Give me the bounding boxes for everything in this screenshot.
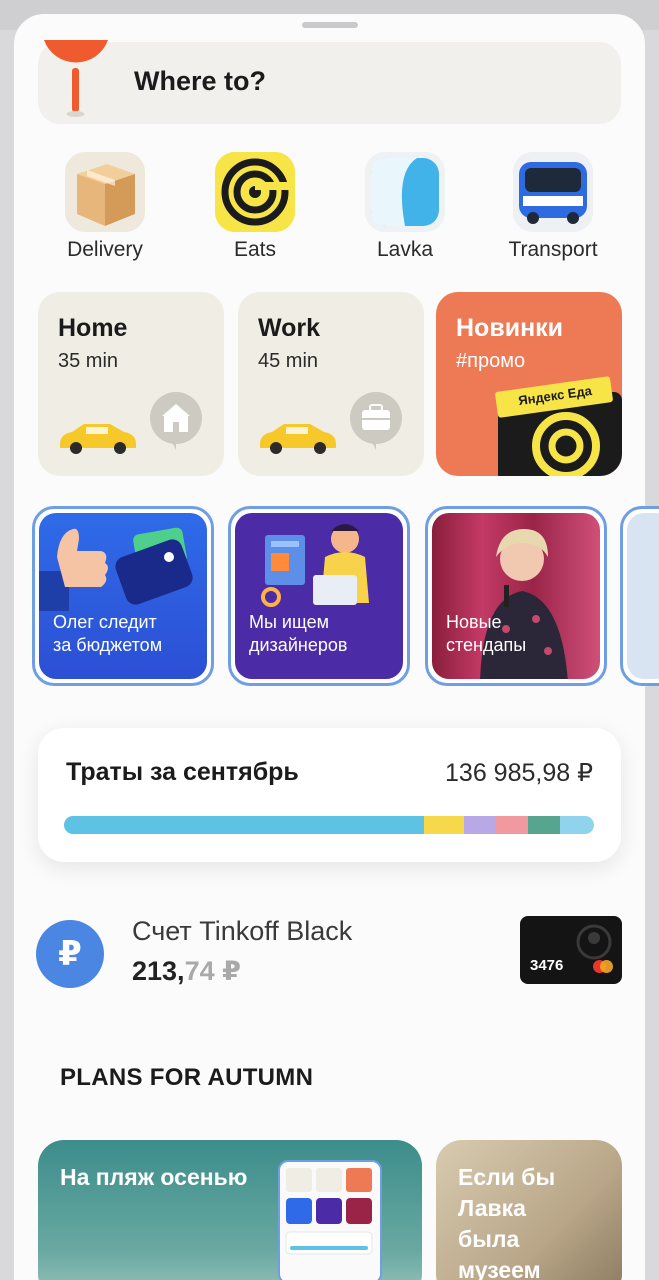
service-label: Eats xyxy=(233,238,277,261)
box-icon xyxy=(65,152,145,232)
ruble-account-icon: ₽ xyxy=(36,920,104,988)
spending-segment xyxy=(64,816,425,834)
spending-segment xyxy=(424,816,465,834)
taxi-car-icon xyxy=(260,424,336,454)
destination-time: 45 min xyxy=(258,350,319,372)
story-designers[interactable]: Мы ищем дизайнеров xyxy=(228,506,410,686)
story-caption: Олег следит за бюджетом xyxy=(53,612,163,655)
thumbs-up-wallet-icon xyxy=(39,527,193,611)
story-caption: Новые стендапы xyxy=(446,612,527,655)
destination-title: Work xyxy=(258,314,321,342)
destination-home-card[interactable]: Home 35 min xyxy=(38,292,224,476)
spending-segment xyxy=(464,816,496,834)
account-name[interactable]: Счет Tinkoff Black xyxy=(132,916,352,947)
taxi-car-icon xyxy=(60,424,136,454)
where-to-search-bar[interactable] xyxy=(38,42,621,124)
home-pin-icon xyxy=(150,392,202,450)
spending-segment xyxy=(559,816,594,834)
destination-title: Home xyxy=(58,314,128,342)
destination-work-card[interactable]: Work 45 min xyxy=(238,292,424,476)
briefcase-pin-icon xyxy=(350,392,402,450)
service-eats[interactable]: Eats xyxy=(210,152,300,262)
spending-category-bar xyxy=(64,816,594,834)
account-balance: 213,74 ₽ xyxy=(132,956,241,987)
bank-card-thumbnail[interactable]: 3476 xyxy=(520,916,622,984)
card-number: 3476 xyxy=(530,957,564,974)
monthly-spending-card[interactable]: Траты за сентябрь 136 985,98 ₽ xyxy=(38,728,621,862)
location-pin-icon xyxy=(44,40,108,117)
plan-lavka-museum-card[interactable]: Если бы Лавка была музеем xyxy=(436,1140,622,1280)
where-to-label: Where to? xyxy=(134,66,266,96)
plan-title: На пляж осенью xyxy=(60,1164,248,1190)
app-preview-icon xyxy=(285,1168,373,1255)
spiral-icon xyxy=(215,152,295,232)
bus-icon xyxy=(513,152,593,232)
service-label: Delivery xyxy=(67,238,143,261)
lavka-icon xyxy=(365,152,445,232)
story-next-partial[interactable] xyxy=(620,506,659,686)
spending-title: Траты за сентябрь xyxy=(66,758,299,786)
section-title: PLANS FOR AUTUMN xyxy=(60,1064,314,1091)
destination-time: 35 min xyxy=(58,350,119,372)
promo-title: Новинки xyxy=(456,314,564,342)
spending-amount: 136 985,98 ₽ xyxy=(445,759,593,787)
service-label: Lavka xyxy=(376,238,434,261)
designer-illustration-icon xyxy=(261,524,369,607)
spending-segment xyxy=(527,816,560,834)
promo-novinki-card[interactable]: Новинки #промо Яндекс Еда xyxy=(436,292,622,476)
spending-segment xyxy=(495,816,528,834)
story-standup[interactable]: Новые стендапы xyxy=(425,506,607,686)
story-caption: Мы ищем дизайнеров xyxy=(249,612,348,655)
balance-fraction: 74 ₽ xyxy=(184,956,241,986)
service-delivery[interactable]: Delivery xyxy=(60,152,150,262)
service-label: Transport xyxy=(508,238,598,261)
promo-subtitle: #промо xyxy=(456,350,526,372)
service-lavka[interactable]: Lavka xyxy=(360,152,450,262)
plan-beach-card[interactable]: На пляж осенью xyxy=(38,1140,422,1280)
story-budget[interactable]: Олег следит за бюджетом xyxy=(32,506,214,686)
app-preview-thumbnail xyxy=(278,1160,382,1280)
balance-main: 213, xyxy=(132,956,185,986)
service-transport[interactable]: Transport xyxy=(508,152,598,262)
sheet-grabber-handle[interactable] xyxy=(302,22,358,28)
mastercard-icon-overlap xyxy=(600,960,613,973)
plan-title: Если бы Лавка была музеем xyxy=(458,1164,556,1280)
card-emblem-icon xyxy=(576,924,612,960)
